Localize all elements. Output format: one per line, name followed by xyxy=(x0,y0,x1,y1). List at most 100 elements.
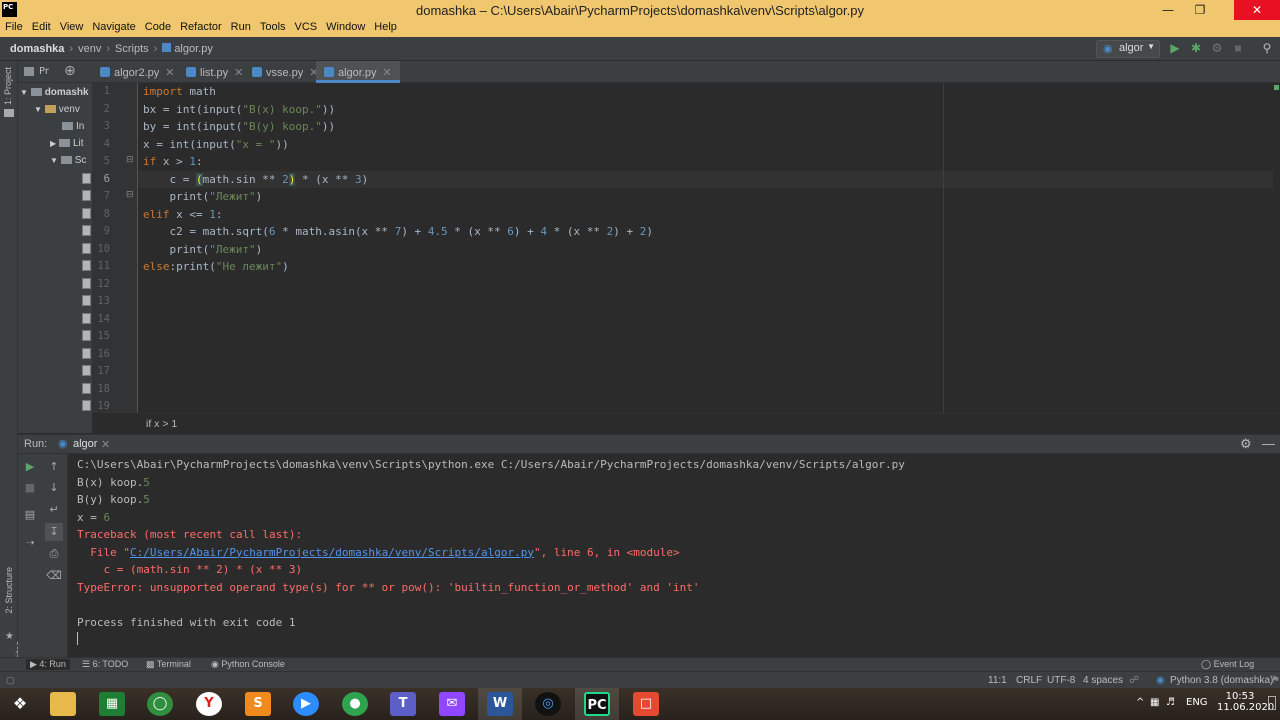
teams-icon[interactable]: T xyxy=(390,692,416,716)
file-encoding[interactable]: UTF-8 xyxy=(1047,675,1075,686)
structure-tool-tab[interactable]: 2: Structure xyxy=(4,567,14,614)
caret-position[interactable]: 11:1 xyxy=(988,675,1007,686)
debug-icon[interactable]: ✱ xyxy=(1189,41,1203,55)
layout-icon[interactable]: ▤ xyxy=(21,506,39,524)
file-icon[interactable] xyxy=(82,365,91,376)
run-tab-label[interactable]: algor xyxy=(73,438,97,450)
menu-view[interactable]: View xyxy=(55,20,88,33)
file-icon[interactable] xyxy=(82,313,91,324)
file-icon[interactable] xyxy=(82,190,91,201)
tab-list[interactable]: list.py ✕ xyxy=(178,61,251,83)
file-icon[interactable] xyxy=(82,383,91,394)
sublime-text-icon[interactable]: S xyxy=(245,692,271,716)
close-icon[interactable]: ✕ xyxy=(234,67,243,79)
project-tool-tab[interactable]: 1: Project xyxy=(3,67,13,105)
menu-help[interactable]: Help xyxy=(369,20,401,33)
file-explorer-icon[interactable] xyxy=(50,692,76,716)
file-icon[interactable] xyxy=(82,260,91,271)
run-tool-tab[interactable]: ▶ 4: Run xyxy=(26,659,70,670)
search-icon[interactable]: ⚲ xyxy=(1260,41,1274,55)
spreadsheet-app-icon[interactable]: ▦ xyxy=(99,692,125,716)
breadcrumb-scripts[interactable]: Scripts xyxy=(115,43,149,55)
line-separator[interactable]: CRLF xyxy=(1016,675,1042,686)
python-console-tool-tab[interactable]: ◉ Python Console xyxy=(211,659,285,670)
project-panel-label[interactable]: Pr xyxy=(39,66,49,77)
gitkraken-icon[interactable]: ● xyxy=(342,692,368,716)
tab-vsse[interactable]: vsse.py ✕ xyxy=(244,61,327,83)
layout-icon[interactable]: ▢ xyxy=(6,675,15,686)
run-icon[interactable]: ▶ xyxy=(1168,41,1182,55)
notification-center-icon[interactable] xyxy=(1268,696,1276,710)
chrome-icon[interactable]: ◯ xyxy=(147,692,173,716)
stop-icon[interactable]: ■ xyxy=(21,479,39,497)
fold-icon[interactable]: ⊟ xyxy=(126,190,134,200)
fold-icon[interactable]: ⊟ xyxy=(126,155,134,165)
clock[interactable]: 10:53 11.06.2020 xyxy=(1217,691,1274,713)
pycharm-taskbar-icon[interactable]: PC xyxy=(584,692,610,716)
menu-window[interactable]: Window xyxy=(321,20,369,33)
file-icon[interactable] xyxy=(82,348,91,359)
tree-item-root[interactable]: ▼ domashk xyxy=(20,87,89,98)
menu-vcs[interactable]: VCS xyxy=(290,20,322,33)
terminal-tool-tab[interactable]: ▩ Terminal xyxy=(146,659,191,670)
zoom-icon[interactable]: ▶ xyxy=(293,692,319,716)
tree-item-scripts[interactable]: ▼ Sc xyxy=(50,155,86,166)
editor-breadcrumb[interactable]: if x > 1 xyxy=(146,418,177,430)
file-icon[interactable] xyxy=(82,295,91,306)
indent-setting[interactable]: 4 spaces xyxy=(1083,675,1123,686)
down-arrow-icon[interactable]: ↓ xyxy=(45,479,63,497)
network-icon[interactable]: ▦ xyxy=(1150,697,1159,708)
twitch-icon[interactable]: ✉ xyxy=(439,692,465,716)
file-icon[interactable] xyxy=(82,330,91,341)
windows-start-icon[interactable]: ❖ xyxy=(7,692,33,716)
minimize-button[interactable]: — xyxy=(1152,0,1184,20)
run-config-select[interactable]: ◉ algor ▼ xyxy=(1096,40,1160,58)
trash-icon[interactable]: ⌫ xyxy=(45,567,63,585)
editor-scrollbar[interactable] xyxy=(1273,83,1280,413)
yandex-browser-icon[interactable]: Y xyxy=(196,692,222,716)
up-arrow-icon[interactable]: ↑ xyxy=(45,458,63,476)
chevron-up-icon[interactable]: ^ xyxy=(1136,697,1144,708)
file-icon[interactable] xyxy=(82,400,91,411)
menu-refactor[interactable]: Refactor xyxy=(175,20,226,33)
tree-item-lib[interactable]: ▶ Lit xyxy=(50,138,84,149)
menu-file[interactable]: File xyxy=(0,20,27,33)
rerun-icon[interactable]: ▶ xyxy=(21,458,39,476)
menu-code[interactable]: Code xyxy=(140,20,175,33)
stop-icon[interactable]: ■ xyxy=(1231,41,1245,55)
lock-icon[interactable]: ☍ xyxy=(1129,675,1139,686)
menu-run[interactable]: Run xyxy=(226,20,255,33)
pin-icon[interactable]: ➝ xyxy=(21,534,39,552)
volume-icon[interactable]: ♬ xyxy=(1166,697,1175,708)
menu-edit[interactable]: Edit xyxy=(27,20,55,33)
file-icon[interactable] xyxy=(82,173,91,184)
tab-algor2[interactable]: algor2.py ✕ xyxy=(92,61,182,83)
maps-app-icon[interactable]: ◎ xyxy=(535,692,561,716)
minimize-panel-icon[interactable]: — xyxy=(1262,436,1275,451)
close-button[interactable]: ✕ xyxy=(1234,0,1280,20)
tree-item-include[interactable]: In xyxy=(62,121,84,132)
gear-icon[interactable]: ⚙ xyxy=(1240,436,1252,452)
close-icon[interactable]: ✕ xyxy=(101,438,110,451)
scroll-to-end-icon[interactable]: ↧ xyxy=(45,523,63,541)
breadcrumb-venv[interactable]: venv xyxy=(78,43,101,55)
file-icon[interactable] xyxy=(82,225,91,236)
todo-tool-tab[interactable]: ☰ 6: TODO xyxy=(82,659,128,670)
breadcrumb-project[interactable]: domashka xyxy=(10,43,64,55)
traceback-link[interactable]: C:/Users/Abair/PycharmProjects/domashka/… xyxy=(130,546,534,559)
breadcrumb-file[interactable]: algor.py xyxy=(174,43,213,55)
close-icon[interactable]: ✕ xyxy=(165,67,174,79)
file-icon[interactable] xyxy=(82,243,91,254)
file-icon[interactable] xyxy=(82,208,91,219)
close-icon[interactable]: ✕ xyxy=(383,67,392,79)
locate-icon[interactable]: ⊕ xyxy=(64,63,76,79)
menu-tools[interactable]: Tools xyxy=(255,20,290,33)
file-icon[interactable] xyxy=(82,278,91,289)
menu-navigate[interactable]: Navigate xyxy=(87,20,139,33)
event-log-tool-tab[interactable]: ◯ Event Log xyxy=(1201,659,1254,670)
notifications-icon[interactable]: ⚑ xyxy=(1271,675,1280,686)
language-indicator[interactable]: ENG xyxy=(1186,697,1208,708)
word-icon[interactable]: W xyxy=(487,692,513,716)
coverage-icon[interactable]: ⚙ xyxy=(1210,41,1224,55)
tree-item-venv[interactable]: ▼ venv xyxy=(34,104,80,115)
